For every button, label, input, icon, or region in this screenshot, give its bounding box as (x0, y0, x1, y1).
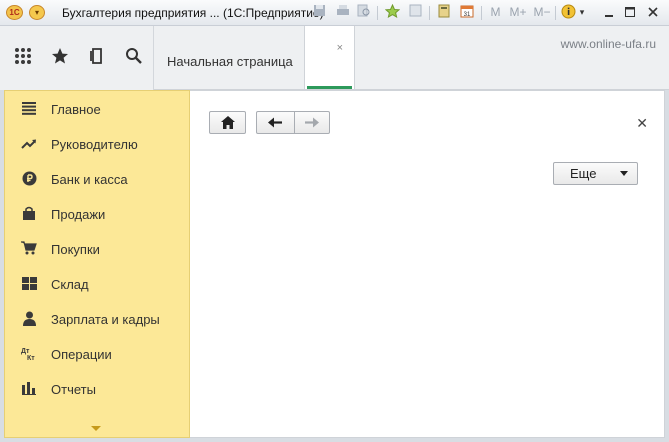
window-title: Бухгалтерия предприятия ... (1С:Предприя… (62, 6, 324, 20)
sidebar-item-salary-hr[interactable]: Зарплата и кадры (5, 302, 189, 337)
sidebar-item-sales[interactable]: Продажи (5, 197, 189, 232)
scroll-down-icon[interactable] (91, 426, 101, 431)
all-functions-grid-icon[interactable] (12, 47, 34, 69)
nav-history-group (256, 111, 330, 134)
sidebar-item-label: Операции (51, 347, 112, 362)
history-clip-icon[interactable] (86, 47, 108, 69)
more-button-label: Еще (570, 166, 597, 181)
menu-lines-icon (19, 101, 39, 119)
sidebar-item-label: Руководителю (51, 137, 138, 152)
back-button[interactable] (257, 112, 295, 133)
title-bar: 1С ▾ Бухгалтерия предприятия ... (1С:Пре… (0, 0, 669, 26)
minimize-button[interactable] (599, 3, 619, 22)
tab-close-icon[interactable]: × (337, 42, 343, 54)
favorites-star-icon[interactable] (49, 47, 71, 69)
active-tab-indicator (307, 86, 352, 89)
chevron-down-icon (620, 171, 628, 176)
sidebar-item-label: Банк и касса (51, 172, 128, 187)
svg-text:Кт: Кт (27, 355, 35, 361)
memory-plus-button[interactable]: M+ (507, 4, 529, 21)
sidebar-item-label: Зарплата и кадры (51, 312, 160, 327)
sidebar-item-bank-cash[interactable]: Банк и касса (5, 162, 189, 197)
debit-credit-icon: Дт Кт (19, 346, 39, 364)
calendar-icon[interactable]: 31 (458, 4, 475, 21)
sidebar-item-label: Продажи (51, 207, 106, 222)
memory-minus-button[interactable]: M− (531, 4, 553, 21)
close-window-button[interactable] (643, 3, 663, 22)
main-menu-button[interactable]: ▾ (29, 5, 45, 20)
search-icon[interactable] (123, 47, 145, 69)
favorites-add-icon[interactable] (384, 3, 401, 21)
sidebar-item-label: Главное (51, 102, 101, 117)
content-area: ✕ Еще (190, 90, 665, 438)
sidebar-item-warehouse[interactable]: Склад (5, 267, 189, 302)
watermark-url: www.online-ufa.ru (560, 37, 656, 51)
maximize-button[interactable] (620, 3, 640, 22)
home-button[interactable] (209, 111, 246, 134)
tab-home-page[interactable]: Начальная страница (154, 26, 305, 89)
sidebar-item-label: Склад (51, 277, 89, 292)
sidebar-item-operations[interactable]: Дт Кт Операции (5, 337, 189, 372)
calculator-icon[interactable] (435, 4, 452, 21)
cart-icon (19, 241, 39, 259)
warehouse-grid-icon (19, 276, 39, 294)
sidebar-item-reports[interactable]: Отчеты (5, 372, 189, 407)
history-icon[interactable] (407, 4, 424, 21)
sidebar-item-label: Покупки (51, 242, 100, 257)
preview-icon[interactable] (355, 4, 372, 21)
svg-text:31: 31 (463, 12, 470, 18)
trend-chart-icon (19, 136, 39, 154)
tab-label: Начальная страница (167, 54, 293, 69)
person-icon (19, 311, 39, 329)
tab-active[interactable]: × (305, 26, 355, 89)
print-icon[interactable] (334, 4, 351, 21)
info-icon[interactable] (560, 4, 577, 21)
ruble-coin-icon (19, 171, 39, 189)
memory-button[interactable]: M (487, 4, 504, 21)
sidebar-item-label: Отчеты (51, 382, 96, 397)
close-form-icon[interactable]: ✕ (636, 115, 648, 132)
app-logo-icon: 1С (6, 5, 23, 20)
window-bottom-edge (0, 438, 669, 442)
svg-text:Дт: Дт (21, 348, 30, 355)
sidebar-item-purchases[interactable]: Покупки (5, 232, 189, 267)
forward-button[interactable] (294, 112, 329, 133)
sidebar-item-manager[interactable]: Руководителю (5, 127, 189, 162)
more-button[interactable]: Еще (553, 162, 638, 185)
sidebar-item-main[interactable]: Главное (5, 92, 189, 127)
info-dropdown-icon[interactable]: ▾ (577, 4, 587, 21)
bar-chart-icon (19, 381, 39, 399)
shopping-bag-icon (19, 206, 39, 224)
save-icon[interactable] (311, 4, 328, 21)
tabs-bar: Начальная страница × www.online-ufa.ru (154, 26, 669, 90)
sections-sidebar: Главное Руководителю Банк и касса Продаж… (4, 90, 190, 438)
section-panel-toolbar (0, 26, 154, 90)
